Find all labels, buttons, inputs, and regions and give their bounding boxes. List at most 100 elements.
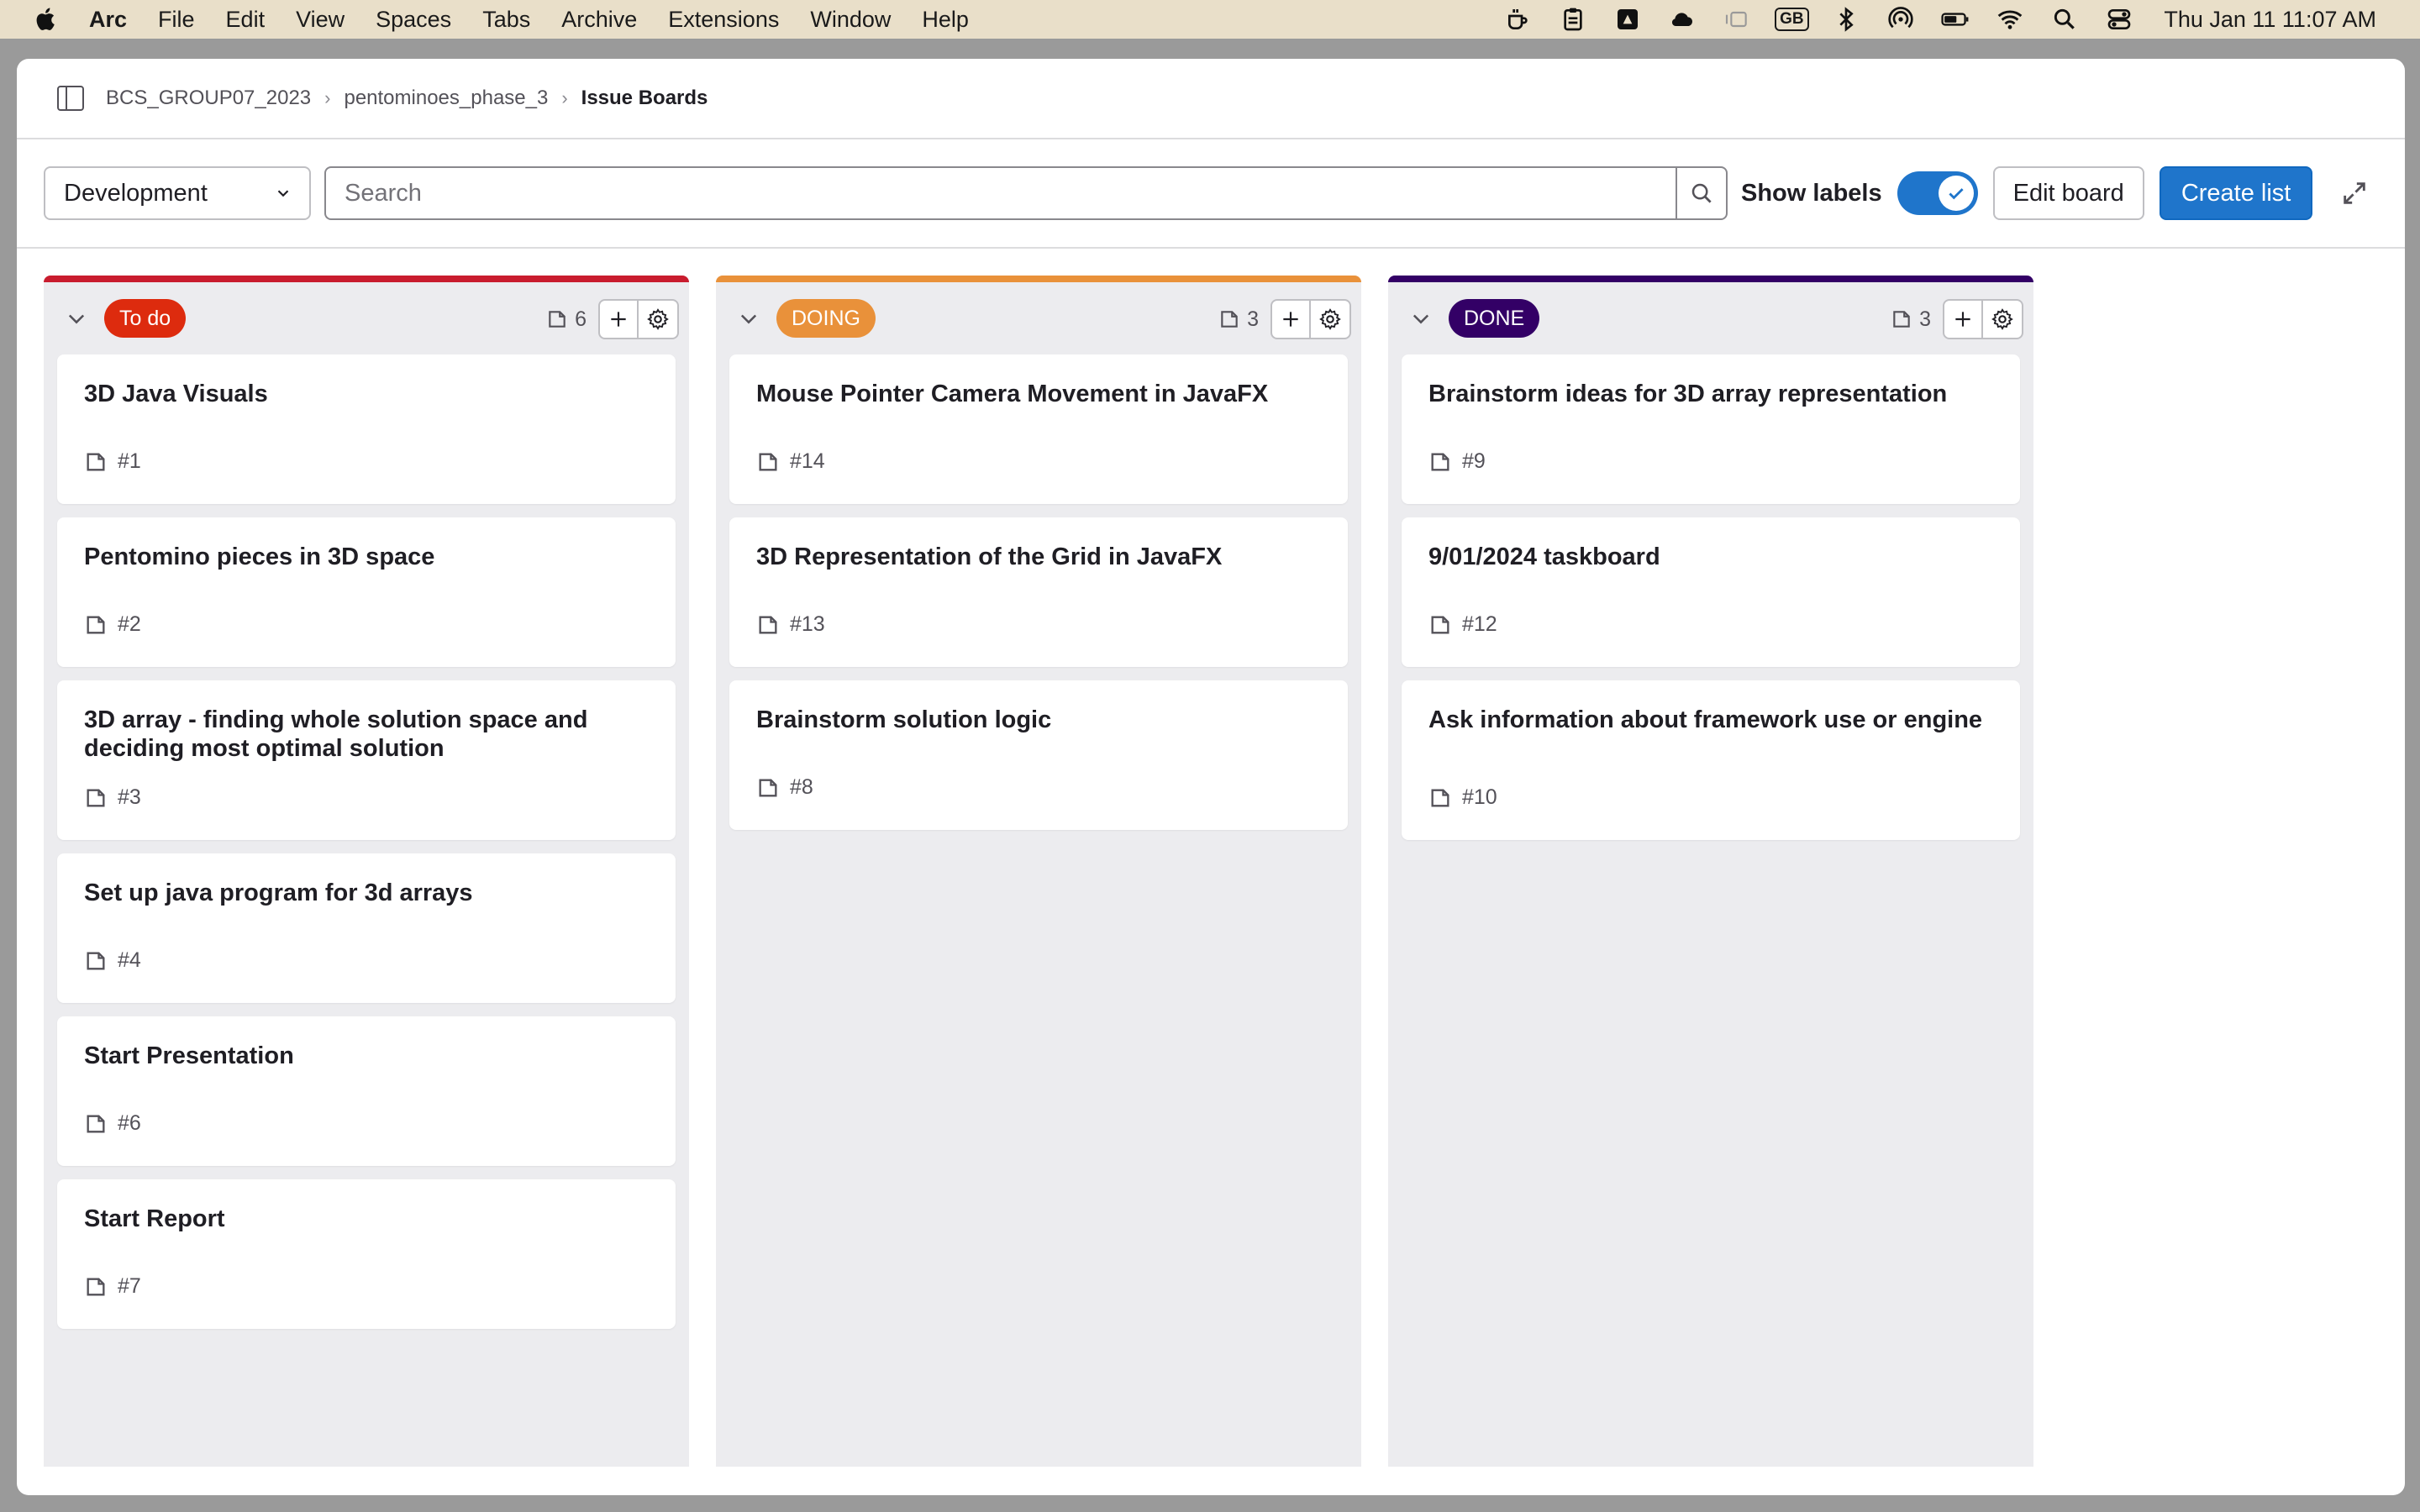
issue-card[interactable]: 3D array - finding whole solution space … xyxy=(57,680,676,840)
cloud-icon[interactable] xyxy=(1665,5,1699,34)
menu-file[interactable]: File xyxy=(158,0,195,39)
bluetooth-icon[interactable] xyxy=(1829,5,1863,34)
list-settings-button[interactable] xyxy=(1311,299,1351,339)
browser-window: BCS_GROUP07_2023 › pentominoes_phase_3 ›… xyxy=(17,59,2405,1495)
chevron-down-icon[interactable] xyxy=(734,304,763,333)
board-list-done: DONE 3 Brainstorm ideas for 3D array rep… xyxy=(1388,276,2033,1467)
stage-manager-icon[interactable] xyxy=(1720,5,1754,34)
breadcrumb-group[interactable]: BCS_GROUP07_2023 xyxy=(106,87,311,110)
control-center-icon[interactable] xyxy=(2102,5,2136,34)
search-button[interactable] xyxy=(1676,166,1728,220)
issue-card[interactable]: Brainstorm solution logic #8 xyxy=(729,680,1348,830)
issue-card[interactable]: Brainstorm ideas for 3D array representa… xyxy=(1402,354,2020,504)
issue-icon xyxy=(87,952,105,969)
issue-number: #12 xyxy=(1462,612,1497,636)
menu-edit[interactable]: Edit xyxy=(226,0,266,39)
issue-title[interactable]: Start Report xyxy=(84,1205,649,1233)
issue-number: #9 xyxy=(1462,449,1486,473)
list-label-badge[interactable]: DOING xyxy=(776,299,876,338)
plus-icon xyxy=(611,312,626,327)
coffee-cup-icon[interactable] xyxy=(1502,5,1535,34)
menu-extensions[interactable]: Extensions xyxy=(668,0,779,39)
list-label-badge[interactable]: DONE xyxy=(1449,299,1540,338)
issue-meta: #6 xyxy=(84,1111,141,1136)
issue-number: #14 xyxy=(790,449,825,473)
breadcrumb-current-page[interactable]: Issue Boards xyxy=(581,87,708,110)
drive-icon[interactable] xyxy=(1611,5,1644,34)
list-header-actions: 6 xyxy=(546,299,679,339)
issue-title[interactable]: 3D array - finding whole solution space … xyxy=(84,706,649,763)
new-issue-button[interactable] xyxy=(598,299,639,339)
list-settings-button[interactable] xyxy=(1983,299,2023,339)
airdrop-icon[interactable] xyxy=(1884,5,1918,34)
list-color-stripe xyxy=(1388,276,2033,282)
issue-number: #2 xyxy=(118,612,141,636)
issue-meta: #14 xyxy=(756,449,825,474)
issue-card[interactable]: Ask information about framework use or e… xyxy=(1402,680,2020,840)
show-labels-toggle[interactable] xyxy=(1897,171,1978,215)
list-color-stripe xyxy=(44,276,689,282)
issue-card[interactable]: Mouse Pointer Camera Movement in JavaFX … xyxy=(729,354,1348,504)
issue-title[interactable]: 3D Representation of the Grid in JavaFX xyxy=(756,543,1321,571)
input-source-icon[interactable]: GB xyxy=(1775,5,1809,34)
issue-meta: #4 xyxy=(84,948,141,973)
gear-icon xyxy=(647,308,669,330)
menu-app-name[interactable]: Arc xyxy=(89,0,127,39)
issue-title[interactable]: Pentomino pieces in 3D space xyxy=(84,543,649,571)
new-issue-button[interactable] xyxy=(1943,299,1983,339)
chevron-down-icon[interactable] xyxy=(1407,304,1435,333)
menu-archive[interactable]: Archive xyxy=(561,0,637,39)
issue-icon xyxy=(87,616,105,633)
menu-tabs[interactable]: Tabs xyxy=(482,0,530,39)
create-list-button[interactable]: Create list xyxy=(2159,166,2313,220)
edit-board-button[interactable]: Edit board xyxy=(1992,166,2144,220)
spotlight-search-icon[interactable] xyxy=(2048,5,2081,34)
wifi-icon[interactable] xyxy=(1993,5,2027,34)
list-label-badge[interactable]: To do xyxy=(104,299,187,338)
issue-title[interactable]: Start Presentation xyxy=(84,1042,649,1070)
list-settings-button[interactable] xyxy=(639,299,679,339)
issue-title[interactable]: 3D Java Visuals xyxy=(84,380,649,408)
issue-card[interactable]: Start Report #7 xyxy=(57,1179,676,1329)
toggle-knob xyxy=(1938,176,1974,211)
issue-card[interactable]: 3D Java Visuals #1 xyxy=(57,354,676,504)
issue-title[interactable]: Ask information about framework use or e… xyxy=(1428,706,1993,734)
apple-icon[interactable] xyxy=(32,5,60,34)
issue-title[interactable]: Set up java program for 3d arrays xyxy=(84,879,649,907)
menu-window[interactable]: Window xyxy=(810,0,891,39)
macos-menubar: Arc File Edit View Spaces Tabs Archive E… xyxy=(0,0,2420,39)
issue-board: To do 6 3D Java Visuals #1 Pentomino pie… xyxy=(44,276,2060,1467)
issue-meta: #2 xyxy=(84,612,141,637)
issue-card[interactable]: 3D Representation of the Grid in JavaFX … xyxy=(729,517,1348,667)
battery-icon[interactable] xyxy=(1939,5,1972,34)
new-issue-button[interactable] xyxy=(1270,299,1311,339)
issue-icon xyxy=(1431,453,1449,470)
chevron-down-icon[interactable] xyxy=(62,304,91,333)
issue-title[interactable]: Mouse Pointer Camera Movement in JavaFX xyxy=(756,380,1321,408)
clipboard-icon[interactable] xyxy=(1556,5,1590,34)
list-cards: Brainstorm ideas for 3D array representa… xyxy=(1388,354,2033,840)
sidebar-toggle-icon[interactable] xyxy=(57,86,84,111)
menubar-clock[interactable]: Thu Jan 11 11:07 AM xyxy=(2164,7,2376,33)
search-input[interactable] xyxy=(324,166,1676,220)
issue-card[interactable]: Set up java program for 3d arrays #4 xyxy=(57,853,676,1003)
issue-card[interactable]: 9/01/2024 taskboard #12 xyxy=(1402,517,2020,667)
issue-card[interactable]: Pentomino pieces in 3D space #2 xyxy=(57,517,676,667)
issue-card[interactable]: Start Presentation #6 xyxy=(57,1016,676,1166)
menu-view[interactable]: View xyxy=(296,0,345,39)
issue-meta: #9 xyxy=(1428,449,1486,474)
menu-help[interactable]: Help xyxy=(922,0,969,39)
board-select[interactable]: Development xyxy=(44,166,311,220)
chevron-down-icon xyxy=(277,190,289,197)
search-icon xyxy=(1691,183,1712,203)
issues-icon xyxy=(1893,311,1910,328)
issue-title[interactable]: Brainstorm solution logic xyxy=(756,706,1321,734)
list-color-stripe xyxy=(716,276,1361,282)
expand-icon xyxy=(2344,182,2366,204)
issue-title[interactable]: 9/01/2024 taskboard xyxy=(1428,543,1993,571)
gear-icon xyxy=(1991,308,2013,330)
issue-title[interactable]: Brainstorm ideas for 3D array representa… xyxy=(1428,380,1993,408)
breadcrumb-project[interactable]: pentominoes_phase_3 xyxy=(344,87,548,110)
fullscreen-button[interactable] xyxy=(2338,176,2371,210)
menu-spaces[interactable]: Spaces xyxy=(376,0,451,39)
